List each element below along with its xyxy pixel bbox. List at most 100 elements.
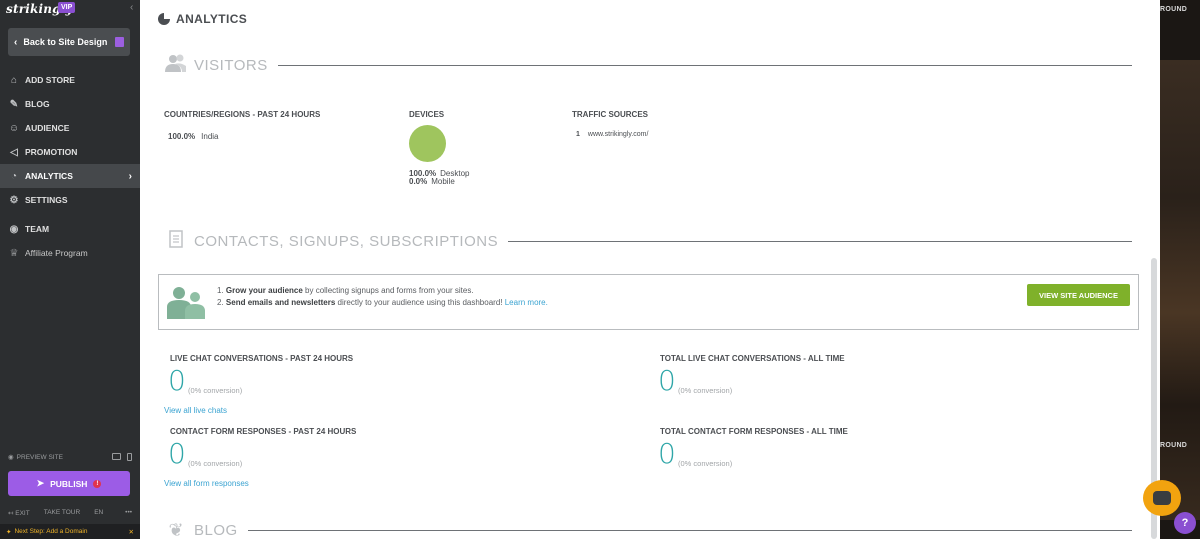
traffic-sources-label: TRAFFIC SOURCES [572,110,648,119]
countries-label: COUNTRIES/REGIONS - PAST 24 HOURS [164,110,321,119]
sidebar-item-label: TEAM [25,224,50,234]
desktop-preview-icon[interactable] [112,453,121,460]
live-chat-24h-label: LIVE CHAT CONVERSATIONS - PAST 24 HOURS [170,354,354,363]
mobile-preview-icon[interactable] [127,453,132,461]
audience-callout-text: 1. Grow your audience by collecting sign… [217,285,548,309]
form-24h-value: 0 [168,437,186,470]
publish-label: PUBLISH [50,478,88,489]
devices-pie-chart [409,125,446,162]
country-name: India [201,132,219,141]
sidebar-item-label: BLOG [25,99,50,109]
next-step-banner[interactable]: ✦ Next Step: Add a Domain ✕ [0,524,140,539]
megaphone-icon: ◁ [10,146,18,158]
people-icon [164,54,188,77]
grow-audience-rest: by collecting signups and forms from you… [302,286,474,295]
traffic-rank: 1 [576,131,580,138]
form-24h-conversion: (0% conversion) [188,459,243,468]
sidebar-item-settings[interactable]: ⚙ SETTINGS [0,188,140,212]
document-icon [164,230,188,253]
country-row: 100.0% India [168,132,219,141]
alert-icon: ! [93,479,102,488]
collapse-sidebar-icon[interactable]: ‹ [130,2,133,13]
sidebar-item-label: AUDIENCE [25,123,70,133]
preview-text-mid: ROUND [1160,442,1188,449]
quill-icon: ❦ [168,520,184,539]
mobile-percent: 0.0% [409,177,428,186]
storefront-icon: ⌂ [10,74,18,86]
blog-heading: BLOG [194,522,238,539]
chat-icon [1153,491,1171,505]
pie-chart-icon [158,13,170,25]
language-select[interactable]: EN [94,509,103,517]
line-number: 1. [217,286,224,295]
help-button[interactable]: ? [1174,512,1196,534]
sidebar-item-team[interactable]: ◉ TEAM [0,217,140,241]
live-chat-all-label: TOTAL LIVE CHAT CONVERSATIONS - ALL TIME [660,354,845,363]
back-to-site-design-button[interactable]: ‹ Back to Site Design [8,28,130,56]
view-form-responses-link[interactable]: View all form responses [164,479,249,488]
learn-more-link[interactable]: Learn more. [505,298,548,307]
blog-section-header: ❦ BLOG [164,520,1132,539]
form-all-label: TOTAL CONTACT FORM RESPONSES - ALL TIME [660,427,848,436]
exit-link[interactable]: ↤ EXIT [8,509,30,517]
contacts-heading: CONTACTS, SIGNUPS, SUBSCRIPTIONS [194,233,499,250]
view-live-chats-link[interactable]: View all live chats [164,406,227,415]
preview-site-link[interactable]: PREVIEW SITE [17,454,63,461]
section-divider [247,530,1132,531]
line-number: 2. [217,298,224,307]
sidebar-item-affiliate[interactable]: ♕ Affiliate Program [0,241,140,265]
back-button-label: Back to Site Design [23,37,108,47]
chevron-right-icon: › [128,170,132,182]
live-chat-all-value: 0 [658,364,676,397]
page-title-text: ANALYTICS [176,12,248,26]
close-icon[interactable]: ✕ [129,528,134,536]
take-tour-link[interactable]: TAKE TOUR [44,509,80,517]
send-emails-text: Send emails and newsletters [225,298,336,307]
publish-button[interactable]: ➤ PUBLISH ! [8,471,130,496]
sidebar-item-label: PROMOTION [25,147,78,157]
section-divider [277,65,1132,66]
sidebar-item-add-store[interactable]: ⌂ ADD STORE [0,68,140,92]
preview-site-row: ◉ PREVIEW SITE [8,453,132,461]
sidebar-footer: ↤ EXIT TAKE TOUR EN ••• [8,509,132,517]
lightbulb-icon: ✦ [6,528,12,536]
mobile-row: 0.0% Mobile [409,177,455,186]
section-divider [508,241,1132,242]
sidebar-item-audience[interactable]: ☺ AUDIENCE [0,116,140,140]
sidebar-item-label: ADD STORE [25,75,75,85]
callout-line-2: 2. Send emails and newsletters directly … [217,297,548,309]
sidebar-item-blog[interactable]: ✎ BLOG [0,92,140,116]
vip-badge: VIP [58,2,76,13]
live-chat-button[interactable] [1143,480,1181,516]
live-chat-24h-conversion: (0% conversion) [188,386,243,395]
visitors-heading: VISITORS [194,57,268,74]
sidebar-item-label: SETTINGS [25,195,68,205]
traffic-source-url[interactable]: www.strikingly.com/ [588,131,649,138]
team-icon: ◉ [9,223,19,235]
view-site-audience-button[interactable]: VIEW SITE AUDIENCE [1027,284,1130,306]
contacts-section-header: CONTACTS, SIGNUPS, SUBSCRIPTIONS [164,230,1132,253]
callout-line-1: 1. Grow your audience by collecting sign… [217,285,548,297]
pie-chart-icon: ◔ [10,170,18,182]
preview-photo [1160,60,1200,520]
live-chat-all-conversion: (0% conversion) [678,386,733,395]
sidebar-item-analytics[interactable]: ◔ ANALYTICS › [0,164,140,188]
exit-label: EXIT [15,510,30,517]
country-percent: 100.0% [168,132,196,141]
visitors-section-header: VISITORS [164,54,1132,77]
rocket-icon: ➤ [36,478,45,488]
sidebar-item-promotion[interactable]: ◁ PROMOTION [0,140,140,164]
people-icon: ☺ [8,122,20,134]
analytics-panel: ANALYTICS VISITORS COUNTRIES/REGIONS - P… [140,0,1160,539]
traffic-source-row: 1 www.strikingly.com/ [576,131,648,138]
sidebar-nav: ⌂ ADD STORE ✎ BLOG ☺ AUDIENCE ◁ PROMOTIO… [0,68,140,265]
more-options-icon[interactable]: ••• [125,509,132,517]
next-step-label: Next Step: Add a Domain [14,528,88,535]
book-icon [115,37,124,47]
sidebar-item-label: ANALYTICS [25,171,73,181]
eye-icon: ◉ [8,454,14,461]
preview-text-top: ROUND [1160,6,1188,13]
mobile-label: Mobile [431,177,455,186]
form-all-conversion: (0% conversion) [678,459,733,468]
audience-callout: 1. Grow your audience by collecting sign… [158,274,1139,330]
